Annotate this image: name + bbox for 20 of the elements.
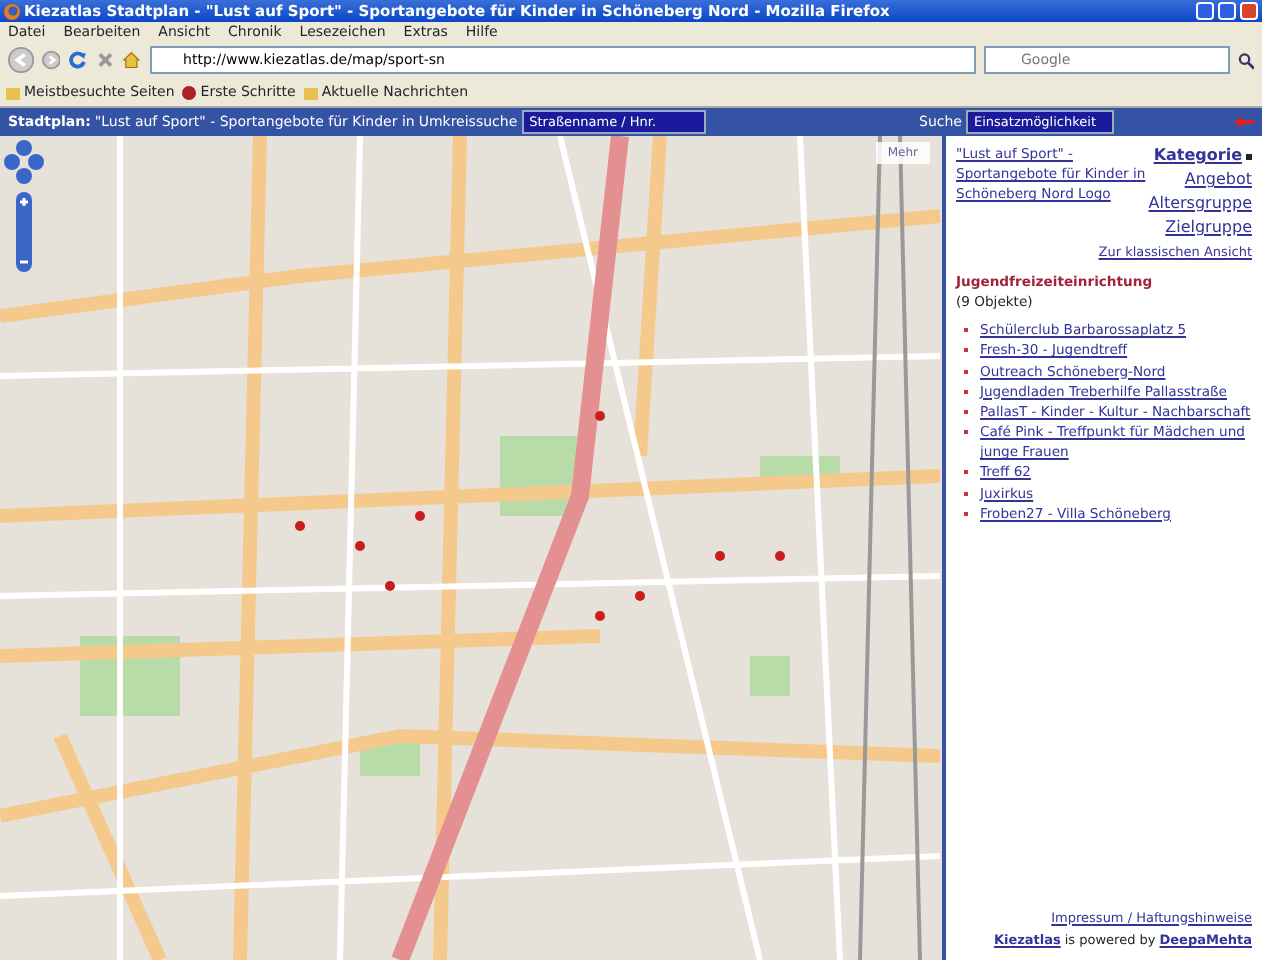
category-nav-link[interactable]: Zielgruppe [1165,216,1252,240]
home-icon[interactable] [122,50,142,70]
forward-icon[interactable] [42,50,61,70]
search-icon[interactable] [1237,51,1255,69]
close-button[interactable] [1240,2,1258,20]
minimize-button[interactable] [1196,2,1214,20]
maximize-button[interactable] [1218,2,1236,20]
folder-icon [303,85,318,99]
stop-icon[interactable] [95,50,115,70]
back-icon[interactable] [8,46,35,74]
reload-icon[interactable] [68,50,88,70]
selected-bullet-icon [1246,153,1252,159]
street-map-drawing[interactable] [0,136,942,960]
bookmark-badge-icon [182,85,197,99]
browser-logo-icon [4,3,20,19]
folder-icon [6,85,20,99]
zoom-control-icon[interactable] [14,192,34,272]
category-nav-link[interactable]: Angebot [1184,168,1252,192]
category-nav-link[interactable]: Kategorie [1153,144,1242,168]
category-nav-link[interactable]: Altersgruppe [1148,192,1252,216]
